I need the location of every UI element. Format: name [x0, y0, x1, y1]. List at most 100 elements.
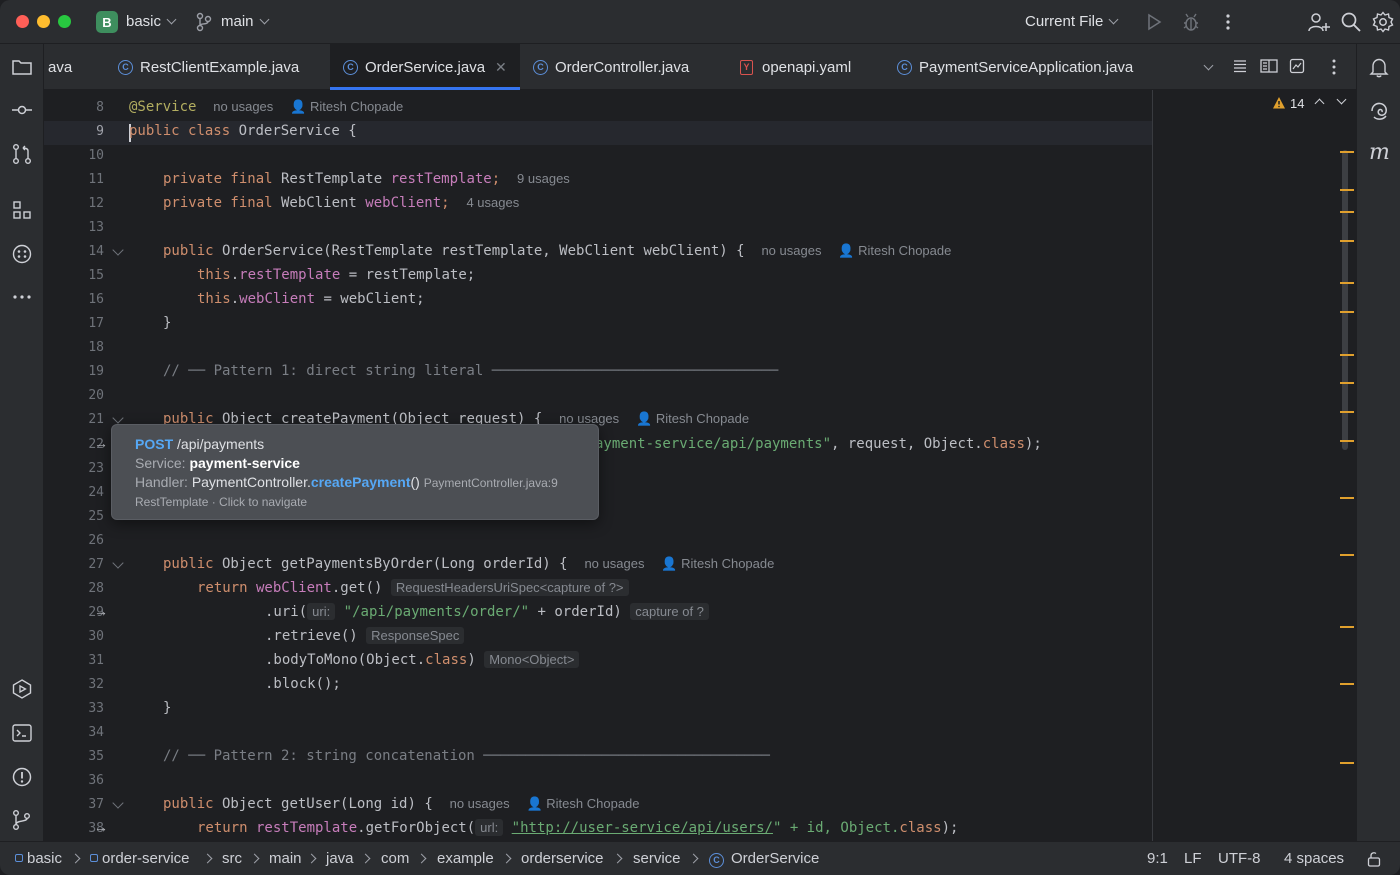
- navigate-arrow-icon[interactable]: →: [94, 603, 108, 619]
- usages-hint[interactable]: no usages: [761, 243, 821, 258]
- reader-mode-icon[interactable]: [1232, 58, 1248, 74]
- navigate-arrow-icon[interactable]: →: [94, 435, 108, 451]
- tab-paymentserviceapplication[interactable]: C PaymentServiceApplication.java: [897, 44, 1133, 90]
- breadcrumb-item[interactable]: orderservice: [521, 850, 604, 867]
- breadcrumb-item[interactable]: order-service: [90, 850, 190, 867]
- breadcrumb-item[interactable]: com: [381, 850, 409, 867]
- line-number: 10: [88, 148, 104, 163]
- services-icon[interactable]: [11, 678, 33, 700]
- author-hint[interactable]: 👤 Ritesh Chopade: [290, 99, 403, 114]
- project-badge[interactable]: B: [96, 11, 118, 33]
- author-hint[interactable]: 👤 Ritesh Chopade: [526, 796, 639, 811]
- breadcrumb-item[interactable]: example: [437, 850, 494, 867]
- warning-stripe-mark[interactable]: [1340, 382, 1354, 384]
- warning-stripe-mark[interactable]: [1340, 189, 1354, 191]
- author-name: Ritesh Chopade: [309, 99, 404, 114]
- tab-ordercontroller[interactable]: C OrderController.java: [533, 44, 689, 90]
- git-icon[interactable]: [11, 809, 33, 831]
- debug-icon[interactable]: [1180, 11, 1202, 33]
- project-selector[interactable]: basic: [126, 13, 177, 30]
- usages-hint[interactable]: 9 usages: [517, 171, 570, 186]
- breadcrumb-item[interactable]: service: [633, 850, 681, 867]
- warning-stripe-mark[interactable]: [1340, 282, 1354, 284]
- author-hint[interactable]: 👤 Ritesh Chopade: [661, 556, 774, 571]
- zoom-window-button[interactable]: [58, 15, 71, 28]
- ai-assistant-icon[interactable]: [1368, 100, 1390, 122]
- usages-hint[interactable]: 4 usages: [466, 195, 519, 210]
- lock-icon[interactable]: [1366, 851, 1382, 867]
- close-tab-icon[interactable]: ✕: [495, 59, 507, 76]
- warning-stripe-mark[interactable]: [1340, 211, 1354, 213]
- code-text: .bodyToMono(Object.: [265, 652, 426, 668]
- fold-chevron-icon[interactable]: [112, 797, 124, 809]
- tab-list-chevron-icon[interactable]: [1203, 60, 1214, 71]
- plugins-icon[interactable]: [11, 243, 33, 265]
- fold-chevron-icon[interactable]: [112, 412, 124, 424]
- breadcrumb-item[interactable]: src: [222, 850, 242, 867]
- warning-stripe-mark[interactable]: [1340, 626, 1354, 628]
- tab-truncated[interactable]: ava: [48, 44, 72, 90]
- branch-selector[interactable]: main: [221, 13, 269, 30]
- notifications-icon[interactable]: [1368, 56, 1390, 78]
- warning-stripe-mark[interactable]: [1340, 311, 1354, 313]
- file-encoding[interactable]: UTF-8: [1218, 850, 1261, 867]
- fold-chevron-icon[interactable]: [112, 244, 124, 256]
- tab-openapi[interactable]: Yopenapi.yaml: [740, 44, 851, 90]
- commit-icon[interactable]: [11, 99, 33, 121]
- navigate-arrow-icon[interactable]: →: [94, 819, 108, 835]
- warning-stripe-mark[interactable]: [1340, 240, 1354, 242]
- vertical-scrollbar[interactable]: [1342, 150, 1348, 450]
- terminal-icon[interactable]: [11, 722, 33, 744]
- usages-hint[interactable]: no usages: [584, 556, 644, 571]
- endpoint-navigation-popup[interactable]: POST /api/payments Service: payment-serv…: [111, 424, 599, 520]
- warning-count[interactable]: 14: [1290, 96, 1304, 111]
- warning-stripe-mark[interactable]: [1340, 683, 1354, 685]
- warning-icon[interactable]: [1272, 96, 1286, 110]
- code-text: = restTemplate;: [340, 267, 476, 283]
- breadcrumb-item[interactable]: main: [269, 850, 302, 867]
- fold-chevron-icon[interactable]: [112, 557, 124, 569]
- close-window-button[interactable]: [16, 15, 29, 28]
- caret-position[interactable]: 9:1: [1147, 850, 1168, 867]
- pull-requests-icon[interactable]: [11, 143, 33, 165]
- author-hint[interactable]: 👤 Ritesh Chopade: [636, 411, 749, 426]
- search-icon[interactable]: [1340, 11, 1362, 33]
- breadcrumb-item[interactable]: java: [326, 850, 354, 867]
- usages-hint[interactable]: no usages: [450, 796, 510, 811]
- warning-stripe-mark[interactable]: [1340, 354, 1354, 356]
- line-separator[interactable]: LF: [1184, 850, 1202, 867]
- problems-icon[interactable]: [11, 766, 33, 788]
- tab-orderservice[interactable]: C OrderService.java ✕: [330, 44, 520, 90]
- warning-stripe-mark[interactable]: [1340, 440, 1354, 442]
- warning-stripe-mark[interactable]: [1340, 554, 1354, 556]
- indent-setting[interactable]: 4 spaces: [1284, 850, 1344, 867]
- warning-stripe-mark[interactable]: [1340, 497, 1354, 499]
- warning-stripe-mark[interactable]: [1340, 151, 1354, 153]
- folder-icon[interactable]: [11, 56, 33, 78]
- handler-method[interactable]: createPayment: [311, 474, 411, 490]
- run-config-selector[interactable]: Current File: [1025, 13, 1119, 30]
- structure-icon[interactable]: [11, 199, 33, 221]
- preview-icon[interactable]: [1289, 58, 1305, 74]
- warning-stripe-mark[interactable]: [1340, 411, 1354, 413]
- usages-hint[interactable]: no usages: [213, 99, 273, 114]
- split-editor-icon[interactable]: [1260, 58, 1278, 74]
- breadcrumb-item[interactable]: basic: [15, 850, 62, 867]
- more-horizontal-icon[interactable]: [11, 286, 33, 308]
- tab-more-icon[interactable]: [1326, 58, 1342, 76]
- breadcrumb-item[interactable]: C OrderService: [709, 850, 819, 868]
- warning-stripe-mark[interactable]: [1340, 762, 1354, 764]
- previous-highlight-icon[interactable]: [1314, 98, 1325, 109]
- minimize-window-button[interactable]: [37, 15, 50, 28]
- popup-handler[interactable]: Handler: PaymentController.createPayment…: [135, 473, 598, 493]
- markdown-m-icon[interactable]: m: [1369, 140, 1391, 165]
- keyword: return: [197, 820, 248, 836]
- run-icon[interactable]: [1144, 11, 1164, 33]
- next-highlight-icon[interactable]: [1336, 94, 1347, 105]
- gear-icon[interactable]: [1372, 11, 1394, 33]
- url-link[interactable]: "http://user-service/api/users/: [512, 820, 773, 836]
- add-user-icon[interactable]: [1307, 11, 1331, 33]
- tab-restclientexample[interactable]: C RestClientExample.java: [118, 44, 299, 90]
- more-vertical-icon[interactable]: [1220, 11, 1236, 33]
- author-hint[interactable]: 👤 Ritesh Chopade: [838, 243, 951, 258]
